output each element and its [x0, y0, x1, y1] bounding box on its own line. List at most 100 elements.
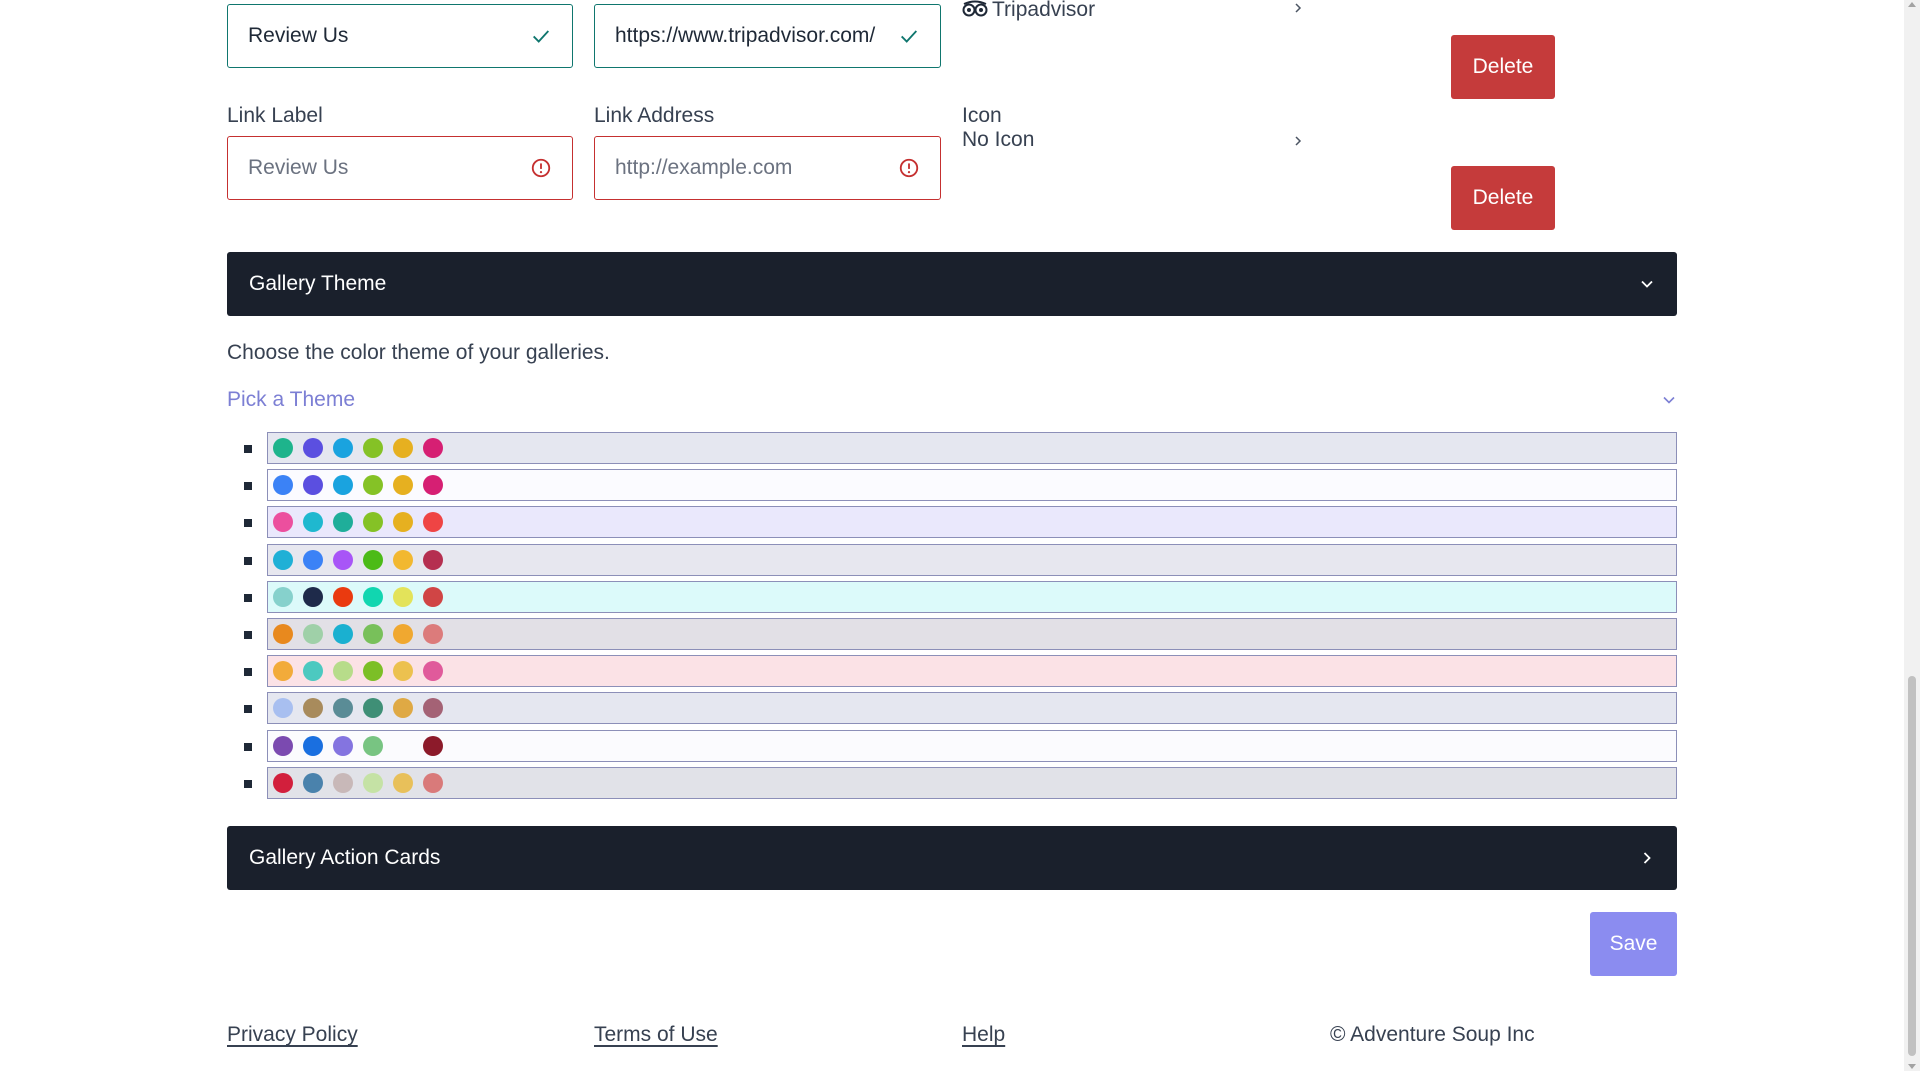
- theme-option[interactable]: [244, 544, 1677, 576]
- color-swatch: [303, 736, 323, 756]
- color-swatch: [423, 512, 443, 532]
- color-swatch: [273, 661, 293, 681]
- color-swatch: [333, 550, 353, 570]
- color-swatch: [393, 475, 413, 495]
- color-swatch: [333, 698, 353, 718]
- color-swatch: [273, 736, 293, 756]
- scroll-down-arrow[interactable]: [1908, 1064, 1916, 1069]
- theme-option[interactable]: [244, 618, 1677, 650]
- theme-swatch-bar[interactable]: [267, 581, 1677, 613]
- chevron-right-icon: [1295, 3, 1302, 13]
- color-swatch: [423, 587, 443, 607]
- theme-swatch-bar[interactable]: [267, 730, 1677, 762]
- theme-option[interactable]: [244, 692, 1677, 724]
- save-button[interactable]: Save: [1590, 912, 1677, 976]
- color-swatch: [273, 587, 293, 607]
- delete-link-button-2[interactable]: Delete: [1451, 166, 1555, 230]
- color-swatch: [273, 512, 293, 532]
- color-swatch: [273, 773, 293, 793]
- color-swatch: [393, 550, 413, 570]
- color-swatch: [363, 698, 383, 718]
- list-bullet: [244, 557, 252, 565]
- list-bullet: [244, 780, 252, 788]
- color-swatch: [363, 512, 383, 532]
- color-swatch: [423, 475, 443, 495]
- color-swatch: [393, 512, 413, 532]
- chevron-right-icon: [1295, 136, 1302, 146]
- error-icon: [531, 158, 551, 178]
- page-scrollbar[interactable]: [1904, 0, 1920, 1071]
- link-address-placeholder: http://example.com: [615, 156, 793, 179]
- theme-option[interactable]: [244, 655, 1677, 687]
- color-swatch: [273, 624, 293, 644]
- theme-swatch-bar[interactable]: [267, 692, 1677, 724]
- link-address-value: https://www.tripadvisor.com/: [615, 24, 876, 47]
- color-swatch: [423, 438, 443, 458]
- color-swatch: [333, 661, 353, 681]
- theme-option[interactable]: [244, 506, 1677, 538]
- list-bullet: [244, 519, 252, 527]
- theme-option[interactable]: [244, 581, 1677, 613]
- link-address-input-2[interactable]: http://example.com: [594, 136, 941, 200]
- theme-option[interactable]: [244, 432, 1677, 464]
- link-label-value: Review Us: [248, 24, 349, 47]
- color-swatch: [393, 698, 413, 718]
- gallery-theme-header[interactable]: Gallery Theme: [227, 252, 1677, 316]
- color-swatch: [423, 773, 443, 793]
- link-label-input-1[interactable]: Review Us: [227, 4, 573, 68]
- icon-select-1[interactable]: Tripadvisor: [962, 0, 1304, 22]
- gallery-action-cards-header[interactable]: Gallery Action Cards: [227, 826, 1677, 890]
- theme-swatch-bar[interactable]: [267, 618, 1677, 650]
- link-label-input-2[interactable]: Review Us: [227, 136, 573, 200]
- check-icon: [533, 30, 550, 43]
- color-swatch: [333, 736, 353, 756]
- help-link[interactable]: Help: [962, 1023, 1005, 1047]
- scroll-up-arrow[interactable]: [1908, 2, 1916, 7]
- list-bullet: [244, 631, 252, 639]
- color-swatch: [423, 698, 443, 718]
- color-swatch: [363, 624, 383, 644]
- color-swatch: [333, 624, 353, 644]
- color-swatch: [303, 438, 323, 458]
- tripadvisor-icon: [962, 0, 988, 17]
- check-icon: [901, 30, 918, 43]
- color-swatch: [333, 512, 353, 532]
- color-swatch: [303, 587, 323, 607]
- color-swatch: [423, 624, 443, 644]
- color-swatch: [333, 438, 353, 458]
- scrollbar-thumb[interactable]: [1908, 676, 1916, 1056]
- terms-of-use-link[interactable]: Terms of Use: [594, 1023, 718, 1047]
- color-swatch: [393, 624, 413, 644]
- link-address-heading: Link Address: [594, 104, 715, 127]
- icon-heading: Icon: [962, 104, 1002, 127]
- color-swatch: [363, 773, 383, 793]
- section-title: Gallery Action Cards: [249, 846, 441, 869]
- chevron-right-icon: [1643, 852, 1651, 864]
- theme-option[interactable]: [244, 730, 1677, 762]
- theme-swatch-bar[interactable]: [267, 432, 1677, 464]
- icon-select-value: No Icon: [962, 128, 1035, 151]
- theme-swatch-bar[interactable]: [267, 655, 1677, 687]
- privacy-policy-link[interactable]: Privacy Policy: [227, 1023, 358, 1047]
- theme-swatch-bar[interactable]: [267, 767, 1677, 799]
- theme-swatch-bar[interactable]: [267, 469, 1677, 501]
- theme-swatch-bar[interactable]: [267, 544, 1677, 576]
- color-swatch: [363, 475, 383, 495]
- copyright: © Adventure Soup Inc: [1330, 1023, 1535, 1046]
- pick-theme-dropdown[interactable]: Pick a Theme: [227, 388, 1677, 412]
- color-swatch: [273, 438, 293, 458]
- link-address-input-1[interactable]: https://www.tripadvisor.com/: [594, 4, 941, 68]
- chevron-down-icon: [1663, 396, 1675, 404]
- theme-option[interactable]: [244, 469, 1677, 501]
- list-bullet: [244, 482, 252, 490]
- color-swatch: [303, 698, 323, 718]
- theme-swatch-bar[interactable]: [267, 506, 1677, 538]
- list-bullet: [244, 668, 252, 676]
- icon-select-2[interactable]: Icon No Icon: [962, 104, 1304, 152]
- color-swatch: [303, 475, 323, 495]
- link-label-heading: Link Label: [227, 104, 323, 127]
- link-label-placeholder: Review Us: [248, 156, 349, 179]
- delete-link-button-1[interactable]: Delete: [1451, 35, 1555, 99]
- theme-option[interactable]: [244, 767, 1677, 799]
- color-swatch: [303, 624, 323, 644]
